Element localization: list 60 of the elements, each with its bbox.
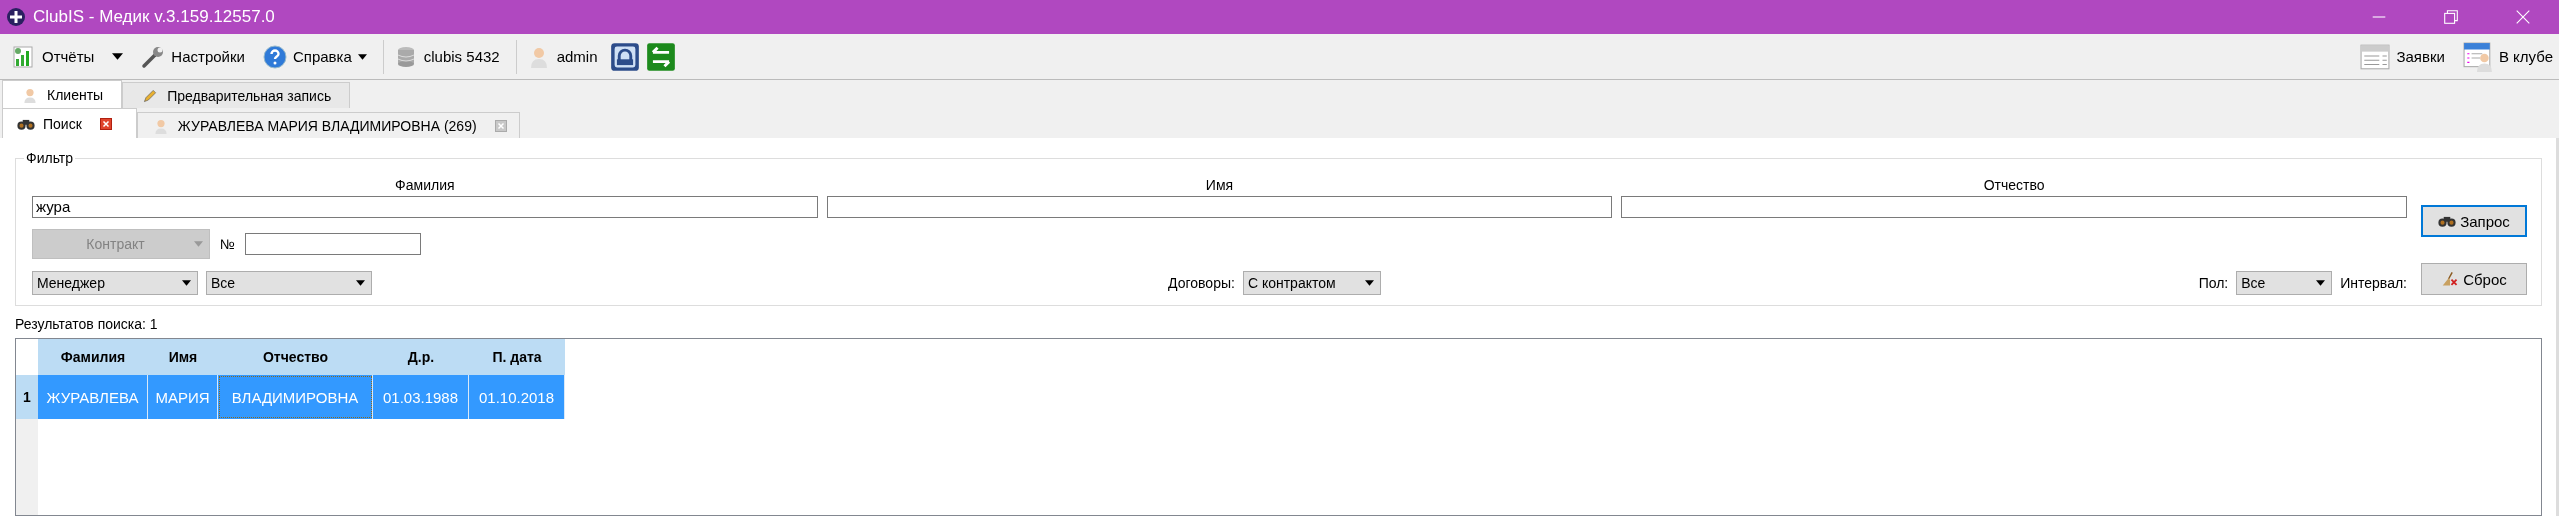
wrench-icon <box>141 44 166 69</box>
field-label: Имя <box>1204 176 1235 196</box>
tab[interactable]: Клиенты <box>2 80 123 108</box>
lock-icon[interactable] <box>609 41 640 72</box>
chart-icon <box>12 44 36 69</box>
caret-icon <box>356 279 365 286</box>
table-corner <box>16 339 38 375</box>
results-count: Результатов поиска: 1 <box>15 316 158 332</box>
field-label: Договоры: <box>1168 274 1235 291</box>
group-title: Фильтр <box>24 150 76 166</box>
close-icon[interactable] <box>99 117 112 130</box>
toolbar-button[interactable]: Справка <box>256 42 373 71</box>
person-icon <box>21 86 39 103</box>
table-cell: ВЛАДИМИРОВНА <box>218 375 373 419</box>
field-label: Фамилия <box>394 176 456 196</box>
field-label: Отчество <box>1982 176 2046 196</box>
text-field[interactable] <box>826 195 1613 218</box>
database-label: clubis 5432 <box>423 48 500 65</box>
toolbar-button[interactable]: Настройки <box>135 42 251 71</box>
close-icon[interactable] <box>2514 8 2532 26</box>
broom-icon <box>2441 271 2460 287</box>
toolbar-button[interactable]: Заявки <box>2354 39 2451 74</box>
column-header[interactable]: Фамилия <box>38 339 148 375</box>
text-field[interactable] <box>1621 195 2407 218</box>
caret-icon <box>2316 279 2326 286</box>
caret-icon <box>182 279 191 286</box>
text-field[interactable]: жура <box>32 195 818 218</box>
dropdown[interactable]: С контрактом <box>1242 270 1381 295</box>
swap-arrows-icon[interactable] <box>645 41 676 72</box>
dropdown[interactable]: Менеджер <box>32 270 198 295</box>
toolbar-button[interactable]: Отчёты <box>6 42 130 71</box>
column-header[interactable]: Д.р. <box>373 339 469 375</box>
reset-button[interactable]: Сброс <box>2421 263 2527 295</box>
table-cell: МАРИЯ <box>148 375 218 419</box>
window-title: ClubIS - Медик v.3.159.12557.0 <box>33 7 275 27</box>
toolbar-button[interactable]: В клубе <box>2456 39 2559 74</box>
plus-icon <box>6 7 26 27</box>
tab[interactable]: Предварительная запись <box>122 82 351 108</box>
column-header[interactable]: Имя <box>148 339 218 375</box>
roster-icon <box>2462 41 2493 72</box>
table-cell: 01.03.1988 <box>373 375 469 419</box>
column-header[interactable]: Отчество <box>218 339 373 375</box>
restore-icon[interactable] <box>2442 8 2460 26</box>
row-number: 1 <box>16 375 38 419</box>
field-label: Интервал: <box>2340 274 2407 291</box>
caret-icon <box>194 241 203 248</box>
column-header[interactable]: П. дата <box>469 339 565 375</box>
field-label: № <box>220 236 236 253</box>
table-cell: ЖУРАВЛЕВА <box>38 375 148 419</box>
dropdown[interactable]: Все <box>206 270 372 295</box>
dropdown[interactable]: Все <box>2236 270 2333 295</box>
caret-icon <box>1364 279 1374 286</box>
field-label: Пол: <box>2198 274 2229 291</box>
tab[interactable]: Поиск <box>2 108 137 138</box>
help-icon <box>262 44 287 69</box>
table-cell: 01.10.2018 <box>469 375 565 419</box>
tab[interactable]: ЖУРАВЛЕВА МАРИЯ ВЛАДИМИРОВНА (269) <box>136 112 520 138</box>
user-label: admin <box>556 48 598 65</box>
query-button[interactable]: Запрос <box>2421 205 2527 237</box>
number-field[interactable] <box>245 233 422 256</box>
